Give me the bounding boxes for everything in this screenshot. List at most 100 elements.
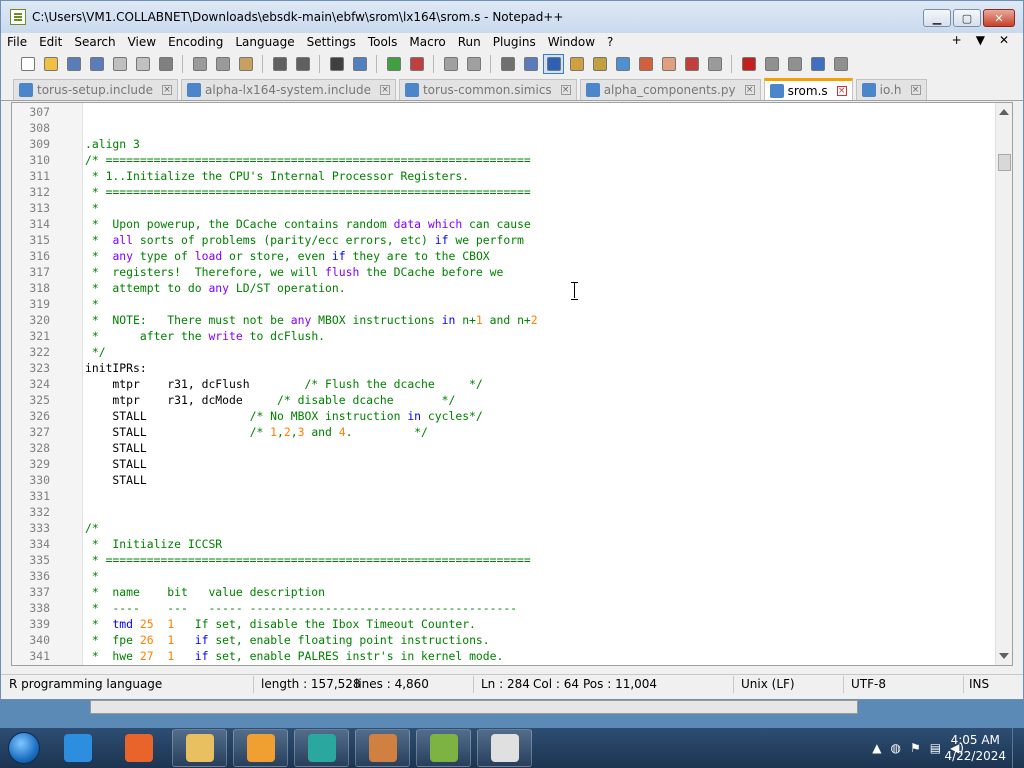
- print-button[interactable]: [155, 54, 176, 74]
- code-line[interactable]: 314 * Upon powerup, the DCache contains …: [12, 216, 1002, 232]
- menu-view[interactable]: View: [122, 35, 162, 49]
- notepadpp-taskbar-button[interactable]: [416, 729, 471, 767]
- menu-plugins[interactable]: Plugins: [487, 35, 542, 49]
- zoom-out-button[interactable]: [406, 54, 427, 74]
- doc-map-button[interactable]: [589, 54, 610, 74]
- play-macro-button[interactable]: [784, 54, 805, 74]
- menu-macro[interactable]: Macro: [403, 35, 451, 49]
- tab-alpha-lx164-system-include[interactable]: alpha-lx164-system.include ×: [181, 79, 396, 100]
- app-orange-taskbar-button[interactable]: [355, 729, 410, 767]
- close-tab-button[interactable]: ✕: [999, 33, 1009, 47]
- save-button[interactable]: [63, 54, 84, 74]
- undo-button[interactable]: [269, 54, 290, 74]
- sync-horizontal-button[interactable]: [463, 54, 484, 74]
- scroll-down-arrow-icon[interactable]: [999, 653, 1009, 659]
- function-list-button[interactable]: [635, 54, 656, 74]
- replace-button[interactable]: [349, 54, 370, 74]
- code-line[interactable]: 319 *: [12, 296, 1002, 312]
- tab-torus-common-simics[interactable]: torus-common.simics ×: [398, 79, 577, 100]
- paste-button[interactable]: [235, 54, 256, 74]
- code-line[interactable]: 307: [12, 104, 1002, 120]
- new-tab-button[interactable]: +: [952, 33, 962, 47]
- menu-help[interactable]: ?: [601, 35, 619, 49]
- code-line[interactable]: 330 STALL: [12, 472, 1002, 488]
- code-editor[interactable]: 307 308 309 .align 3 310 /* =================…: [11, 102, 1013, 666]
- internet-explorer-taskbar-button[interactable]: [50, 729, 105, 767]
- tab-io-h[interactable]: io.h ×: [855, 79, 927, 100]
- code-line[interactable]: 334 * Initialize ICCSR: [12, 536, 1002, 552]
- code-line[interactable]: 323 initIPRs:: [12, 360, 1002, 376]
- code-line[interactable]: 320 * NOTE: There must not be any MBOX i…: [12, 312, 1002, 328]
- code-line[interactable]: 313 *: [12, 200, 1002, 216]
- code-line[interactable]: 341 * hwe 27 1 if set, enable PALRES ins…: [12, 648, 1002, 664]
- code-line[interactable]: 333 /*: [12, 520, 1002, 536]
- menu-run[interactable]: Run: [452, 35, 487, 49]
- code-line[interactable]: 321 * after the write to dcFlush.: [12, 328, 1002, 344]
- menu-edit[interactable]: Edit: [33, 35, 68, 49]
- tab-close-icon[interactable]: ×: [910, 85, 921, 95]
- close-all-button[interactable]: [132, 54, 153, 74]
- doc-list-button[interactable]: [612, 54, 633, 74]
- vertical-scrollbar[interactable]: [995, 103, 1012, 665]
- menu-file[interactable]: File: [1, 35, 33, 49]
- network-share-icon[interactable]: ◍: [890, 741, 900, 755]
- media-player-taskbar-button[interactable]: [233, 729, 288, 767]
- code-line[interactable]: 331: [12, 488, 1002, 504]
- code-line[interactable]: 332: [12, 504, 1002, 520]
- menu-tools[interactable]: Tools: [362, 35, 404, 49]
- code-line[interactable]: 329 STALL: [12, 456, 1002, 472]
- show-hidden-icons-icon[interactable]: ▲: [872, 741, 881, 755]
- menu-search[interactable]: Search: [68, 35, 121, 49]
- code-line[interactable]: 308: [12, 120, 1002, 136]
- word-wrap-button[interactable]: [497, 54, 518, 74]
- editor-lines[interactable]: 307 308 309 .align 3 310 /* =================…: [12, 104, 1002, 664]
- open-file-button[interactable]: [40, 54, 61, 74]
- code-line[interactable]: 324 mtpr r31, dcFlush /* Flush the dcach…: [12, 376, 1002, 392]
- code-line[interactable]: 309 .align 3: [12, 136, 1002, 152]
- hxd-taskbar-button[interactable]: [477, 729, 532, 767]
- minimize-button[interactable]: ▁: [923, 9, 951, 27]
- tab-close-icon[interactable]: ×: [379, 85, 390, 95]
- start-button[interactable]: [4, 728, 44, 768]
- tab-close-icon[interactable]: ×: [162, 85, 173, 95]
- find-button[interactable]: [326, 54, 347, 74]
- tab-close-icon[interactable]: ×: [560, 85, 571, 95]
- run-macro-multiple-button[interactable]: [807, 54, 828, 74]
- record-macro-button[interactable]: [738, 54, 759, 74]
- tab-close-icon[interactable]: ×: [836, 85, 847, 96]
- code-line[interactable]: 339 * tmd 25 1 If set, disable the Ibox …: [12, 616, 1002, 632]
- tab-srom-s[interactable]: srom.s ×: [763, 78, 853, 100]
- code-line[interactable]: 337 * name bit value description: [12, 584, 1002, 600]
- code-line[interactable]: 322 */: [12, 344, 1002, 360]
- tab-alpha-components-py[interactable]: alpha_components.py ×: [579, 79, 761, 100]
- preview-button[interactable]: [704, 54, 725, 74]
- status-insert-mode[interactable]: INS: [969, 677, 989, 691]
- close-button[interactable]: ✕: [983, 9, 1015, 27]
- code-line[interactable]: 335 * ==================================…: [12, 552, 1002, 568]
- menu-settings[interactable]: Settings: [301, 35, 362, 49]
- code-line[interactable]: 340 * fpe 26 1 if set, enable floating p…: [12, 632, 1002, 648]
- sync-vertical-button[interactable]: [440, 54, 461, 74]
- indent-guide-button[interactable]: [543, 54, 564, 74]
- status-eol[interactable]: Unix (LF): [741, 677, 795, 691]
- code-line[interactable]: 311 * 1..Initialize the CPU's Internal P…: [12, 168, 1002, 184]
- copy-button[interactable]: [212, 54, 233, 74]
- taskbar-clock[interactable]: 4:05 AM 4/22/2024: [944, 732, 1006, 764]
- code-line[interactable]: 317 * registers! Therefore, we will flus…: [12, 264, 1002, 280]
- code-line[interactable]: 326 STALL /* No MBOX instruction in cycl…: [12, 408, 1002, 424]
- scroll-up-arrow-icon[interactable]: [999, 109, 1009, 115]
- close-button[interactable]: [109, 54, 130, 74]
- background-window-edge[interactable]: [90, 700, 858, 714]
- code-line[interactable]: 310 /* ==================================…: [12, 152, 1002, 168]
- code-line[interactable]: 328 STALL: [12, 440, 1002, 456]
- menu-encoding[interactable]: Encoding: [162, 35, 229, 49]
- action-center-flag-icon[interactable]: ⚑: [910, 741, 921, 755]
- cut-button[interactable]: [189, 54, 210, 74]
- show-desktop-button[interactable]: [1012, 728, 1024, 768]
- code-line[interactable]: 312 * ==================================…: [12, 184, 1002, 200]
- scroll-thumb[interactable]: [998, 154, 1011, 171]
- menu-window[interactable]: Window: [542, 35, 601, 49]
- code-line[interactable]: 325 mtpr r31, dcMode /* disable dcache *…: [12, 392, 1002, 408]
- monitoring-button[interactable]: [681, 54, 702, 74]
- show-all-chars-button[interactable]: [520, 54, 541, 74]
